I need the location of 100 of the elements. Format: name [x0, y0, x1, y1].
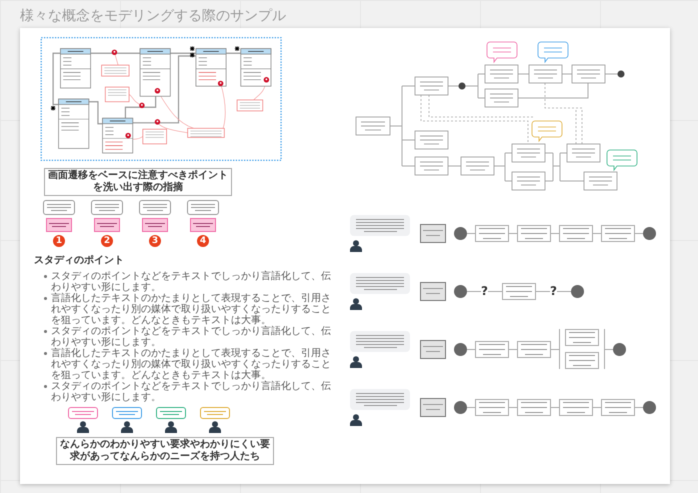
end-node	[643, 226, 656, 240]
connector-line	[635, 406, 643, 408]
requirement-box	[420, 224, 446, 242]
task-node	[414, 76, 448, 96]
class-box	[240, 48, 272, 87]
class-box	[58, 98, 90, 149]
page-title: 様々な概念をモデリングする際のサンプル	[19, 7, 287, 26]
task-node	[475, 224, 509, 242]
person-icon	[350, 240, 362, 252]
person-icon	[350, 298, 362, 310]
task-node	[512, 172, 546, 190]
comment-bubble	[350, 388, 410, 410]
task-node	[517, 224, 551, 242]
connector-line	[593, 406, 601, 408]
speech-bubble	[486, 42, 518, 62]
start-node	[454, 400, 467, 414]
note-card	[187, 128, 225, 138]
pin-icon	[218, 80, 224, 86]
speech-bubble	[538, 42, 568, 62]
connector-line	[551, 406, 559, 408]
speech-bubble	[532, 120, 562, 142]
person-icon	[121, 421, 133, 433]
start-node	[454, 342, 467, 356]
task-node	[460, 156, 494, 176]
junction-icon	[458, 82, 466, 90]
end-node	[613, 342, 626, 356]
task-node	[601, 398, 635, 416]
task-node	[559, 398, 593, 416]
step-number: 3	[149, 235, 161, 247]
speech-bubble	[139, 200, 171, 215]
connector-line	[509, 406, 517, 408]
heading-box: 画面遷移をベースに注意すべきポイントを洗い出す際の指摘	[44, 168, 232, 196]
caption-box: なんらかのわかりやすい要求やわかりにくい要求があってなんらかのニーズを持つ人たち	[56, 437, 274, 465]
bullet-text: スタディのポイントなどをテキストでしっかり言語化して、伝わりやすい形にします。	[44, 381, 340, 403]
junction-icon	[618, 70, 624, 78]
step-number: 2	[101, 235, 113, 247]
task-node	[512, 144, 546, 162]
connector-line	[467, 232, 475, 234]
connector-line	[551, 232, 559, 234]
pin-icon	[154, 88, 160, 94]
task-node	[517, 398, 551, 416]
comment-bubble	[350, 214, 410, 236]
note-card	[101, 64, 130, 76]
task-node	[414, 156, 448, 176]
step-number: 4	[197, 235, 209, 247]
task-node	[484, 88, 518, 108]
note-card	[104, 86, 130, 102]
task-node	[475, 340, 509, 358]
connector-line	[467, 406, 475, 408]
connector-line	[635, 232, 643, 234]
pin-icon	[112, 50, 118, 56]
asterisk-icon	[234, 46, 240, 52]
task-node	[484, 64, 518, 84]
class-box	[60, 48, 91, 88]
bullet-text: 言語化したテキストのかたまりとして表現することで、引用されやすくなったり別の媒体で取り扱いやすくなったりすることを狙っています。どんなときもテキストは大事。	[44, 348, 340, 381]
bullet-text: スタディのポイントなどをテキストでしっかり言語化して、伝わりやすい形にします。	[44, 271, 340, 293]
connector-line	[509, 232, 517, 234]
class-box	[140, 48, 171, 97]
task-node	[601, 224, 635, 242]
speech-bubble	[606, 150, 638, 170]
task-node	[572, 64, 606, 84]
requirement-box	[420, 398, 446, 416]
start-node	[454, 284, 467, 298]
pin-icon	[154, 119, 160, 125]
person-icon	[77, 421, 89, 433]
note-card	[190, 218, 216, 232]
comment-bubble	[350, 272, 410, 294]
task-node	[475, 398, 509, 416]
task-node	[584, 172, 618, 190]
connector-line	[509, 348, 517, 350]
task-node	[356, 116, 390, 136]
speech-bubble	[43, 200, 75, 215]
requirement-box	[420, 282, 446, 300]
note-card	[46, 218, 72, 232]
speech-bubble	[91, 200, 123, 215]
question-mark: ?	[550, 284, 557, 298]
start-node	[454, 226, 467, 240]
person-icon	[209, 421, 221, 433]
end-node	[643, 400, 656, 414]
bullet-text: 言語化したテキストのかたまりとして表現することで、引用されやすくなったり別の媒体で取り扱いやすくなったりすることを狙っています。どんなときもテキストは大事。	[44, 293, 340, 326]
question-mark: ?	[481, 284, 488, 298]
task-node	[566, 144, 600, 162]
note-card	[94, 218, 120, 232]
connector-line	[556, 290, 571, 292]
person-icon	[350, 414, 362, 426]
connector-line	[467, 290, 481, 292]
section-heading: スタディのポイント	[34, 254, 125, 267]
pin-icon	[139, 102, 145, 108]
pin-icon	[125, 132, 131, 138]
task-node	[502, 282, 536, 300]
connector-line	[488, 290, 502, 292]
connector-line	[593, 232, 601, 234]
bullet-text: スタディのポイントなどをテキストでしっかり言語化して、伝わりやすい形にします。	[44, 326, 340, 348]
class-box	[102, 118, 134, 154]
pin-icon	[264, 77, 270, 83]
task-node	[517, 340, 551, 358]
note-card	[142, 218, 168, 232]
comment-bubble	[350, 330, 410, 352]
task-node	[414, 130, 448, 150]
requirement-box	[420, 340, 446, 358]
